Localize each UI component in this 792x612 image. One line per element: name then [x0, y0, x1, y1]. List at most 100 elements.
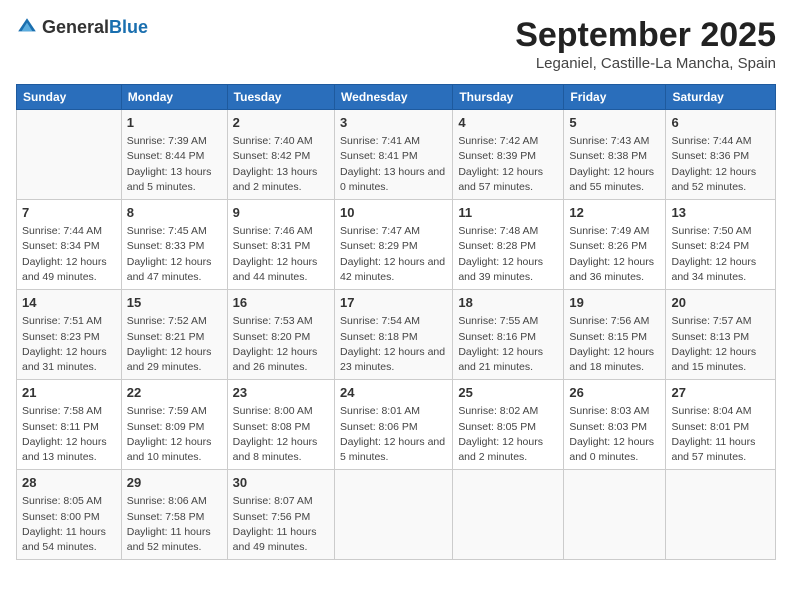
day-info: Sunrise: 8:05 AMSunset: 8:00 PMDaylight:…	[22, 494, 116, 555]
logo-general: General	[42, 17, 109, 37]
day-info: Sunrise: 7:51 AMSunset: 8:23 PMDaylight:…	[22, 314, 116, 375]
calendar-cell: 21Sunrise: 7:58 AMSunset: 8:11 PMDayligh…	[17, 380, 122, 470]
day-number: 30	[233, 474, 329, 492]
day-number: 9	[233, 204, 329, 222]
weekday-header: Monday	[121, 85, 227, 110]
calendar-cell: 13 Sunrise: 7:50 AMSunset: 8:24 PMDayligh…	[666, 200, 776, 290]
calendar-cell: 15Sunrise: 7:52 AMSunset: 8:21 PMDayligh…	[121, 290, 227, 380]
calendar-cell: 19Sunrise: 7:56 AMSunset: 8:15 PMDayligh…	[564, 290, 666, 380]
day-info: Sunrise: 7:59 AMSunset: 8:09 PMDaylight:…	[127, 404, 222, 465]
day-number: 25	[458, 384, 558, 402]
calendar-cell: 3Sunrise: 7:41 AMSunset: 8:41 PMDaylight…	[335, 110, 453, 200]
calendar-cell	[17, 110, 122, 200]
day-number: 20	[671, 294, 770, 312]
day-number: 4	[458, 114, 558, 132]
day-info: Sunrise: 7:44 AMSunset: 8:34 PMDaylight:…	[22, 224, 116, 285]
calendar-cell: 4 Sunrise: 7:42 AMSunset: 8:39 PMDaylight…	[453, 110, 564, 200]
calendar-cell: 24Sunrise: 8:01 AMSunset: 8:06 PMDayligh…	[335, 380, 453, 470]
day-number: 24	[340, 384, 447, 402]
day-number: 5	[569, 114, 660, 132]
calendar-cell: 2 Sunrise: 7:40 AMSunset: 8:42 PMDaylight…	[227, 110, 334, 200]
day-number: 23	[233, 384, 329, 402]
day-info: Sunrise: 7:42 AMSunset: 8:39 PMDaylight:…	[458, 134, 558, 195]
calendar-cell: 25 Sunrise: 8:02 AMSunset: 8:05 PMDayligh…	[453, 380, 564, 470]
calendar-week-row: 14 Sunrise: 7:51 AMSunset: 8:23 PMDayligh…	[17, 290, 776, 380]
calendar-cell: 5 Sunrise: 7:43 AMSunset: 8:38 PMDaylight…	[564, 110, 666, 200]
day-number: 13	[671, 204, 770, 222]
title-block: September 2025 Leganiel, Castille-La Man…	[515, 16, 776, 72]
weekday-header: Friday	[564, 85, 666, 110]
day-number: 10	[340, 204, 447, 222]
day-info: Sunrise: 7:54 AMSunset: 8:18 PMDaylight:…	[340, 314, 447, 375]
calendar-cell: 6Sunrise: 7:44 AMSunset: 8:36 PMDaylight…	[666, 110, 776, 200]
calendar-cell: 1 Sunrise: 7:39 AMSunset: 8:44 PMDaylight…	[121, 110, 227, 200]
logo-icon	[16, 16, 38, 38]
logo-blue: Blue	[109, 17, 148, 37]
day-number: 21	[22, 384, 116, 402]
day-number: 2	[233, 114, 329, 132]
day-number: 26	[569, 384, 660, 402]
day-info: Sunrise: 7:40 AMSunset: 8:42 PMDaylight:…	[233, 134, 329, 195]
calendar-week-row: 28 Sunrise: 8:05 AMSunset: 8:00 PMDayligh…	[17, 470, 776, 560]
weekday-header: Tuesday	[227, 85, 334, 110]
calendar-week-row: 1 Sunrise: 7:39 AMSunset: 8:44 PMDaylight…	[17, 110, 776, 200]
day-number: 8	[127, 204, 222, 222]
day-number: 29	[127, 474, 222, 492]
calendar-cell: 20 Sunrise: 7:57 AMSunset: 8:13 PMDayligh…	[666, 290, 776, 380]
calendar-cell	[564, 470, 666, 560]
day-number: 16	[233, 294, 329, 312]
calendar-cell: 7 Sunrise: 7:44 AMSunset: 8:34 PMDaylight…	[17, 200, 122, 290]
day-number: 27	[671, 384, 770, 402]
calendar-cell: 9Sunrise: 7:46 AMSunset: 8:31 PMDaylight…	[227, 200, 334, 290]
calendar-cell	[453, 470, 564, 560]
day-number: 28	[22, 474, 116, 492]
day-number: 18	[458, 294, 558, 312]
calendar-table: SundayMondayTuesdayWednesdayThursdayFrid…	[16, 84, 776, 560]
day-info: Sunrise: 7:39 AMSunset: 8:44 PMDaylight:…	[127, 134, 222, 195]
calendar-cell: 27Sunrise: 8:04 AMSunset: 8:01 PMDayligh…	[666, 380, 776, 470]
day-info: Sunrise: 7:57 AMSunset: 8:13 PMDaylight:…	[671, 314, 770, 375]
calendar-cell: 10 Sunrise: 7:47 AMSunset: 8:29 PMDayligh…	[335, 200, 453, 290]
day-number: 11	[458, 204, 558, 222]
day-number: 7	[22, 204, 116, 222]
day-info: Sunrise: 7:55 AMSunset: 8:16 PMDaylight:…	[458, 314, 558, 375]
weekday-header: Saturday	[666, 85, 776, 110]
day-info: Sunrise: 7:52 AMSunset: 8:21 PMDaylight:…	[127, 314, 222, 375]
day-info: Sunrise: 8:03 AMSunset: 8:03 PMDaylight:…	[569, 404, 660, 465]
calendar-cell: 18 Sunrise: 7:55 AMSunset: 8:16 PMDayligh…	[453, 290, 564, 380]
day-number: 12	[569, 204, 660, 222]
calendar-cell: 23Sunrise: 8:00 AMSunset: 8:08 PMDayligh…	[227, 380, 334, 470]
day-info: Sunrise: 7:48 AMSunset: 8:28 PMDaylight:…	[458, 224, 558, 285]
month-title: September 2025	[515, 16, 776, 55]
day-info: Sunrise: 7:47 AMSunset: 8:29 PMDaylight:…	[340, 224, 447, 285]
day-info: Sunrise: 7:50 AMSunset: 8:24 PMDaylight:…	[671, 224, 770, 285]
location-title: Leganiel, Castille-La Mancha, Spain	[515, 55, 776, 72]
day-number: 14	[22, 294, 116, 312]
day-info: Sunrise: 7:56 AMSunset: 8:15 PMDaylight:…	[569, 314, 660, 375]
calendar-cell: 22 Sunrise: 7:59 AMSunset: 8:09 PMDayligh…	[121, 380, 227, 470]
calendar-cell: 14 Sunrise: 7:51 AMSunset: 8:23 PMDayligh…	[17, 290, 122, 380]
page-header: GeneralBlue September 2025 Leganiel, Cas…	[16, 16, 776, 72]
calendar-cell: 30 Sunrise: 8:07 AMSunset: 7:56 PMDayligh…	[227, 470, 334, 560]
calendar-cell: 16 Sunrise: 7:53 AMSunset: 8:20 PMDayligh…	[227, 290, 334, 380]
day-info: Sunrise: 7:53 AMSunset: 8:20 PMDaylight:…	[233, 314, 329, 375]
day-number: 22	[127, 384, 222, 402]
calendar-cell	[335, 470, 453, 560]
day-number: 6	[671, 114, 770, 132]
day-info: Sunrise: 8:02 AMSunset: 8:05 PMDaylight:…	[458, 404, 558, 465]
calendar-cell: 17 Sunrise: 7:54 AMSunset: 8:18 PMDayligh…	[335, 290, 453, 380]
calendar-cell: 11 Sunrise: 7:48 AMSunset: 8:28 PMDayligh…	[453, 200, 564, 290]
calendar-week-row: 7 Sunrise: 7:44 AMSunset: 8:34 PMDaylight…	[17, 200, 776, 290]
weekday-header: Wednesday	[335, 85, 453, 110]
day-info: Sunrise: 7:43 AMSunset: 8:38 PMDaylight:…	[569, 134, 660, 195]
calendar-cell: 12 Sunrise: 7:49 AMSunset: 8:26 PMDayligh…	[564, 200, 666, 290]
logo: GeneralBlue	[16, 16, 148, 38]
day-info: Sunrise: 8:07 AMSunset: 7:56 PMDaylight:…	[233, 494, 329, 555]
calendar-header-row: SundayMondayTuesdayWednesdayThursdayFrid…	[17, 85, 776, 110]
calendar-cell: 29Sunrise: 8:06 AMSunset: 7:58 PMDayligh…	[121, 470, 227, 560]
day-number: 1	[127, 114, 222, 132]
day-number: 3	[340, 114, 447, 132]
day-info: Sunrise: 7:49 AMSunset: 8:26 PMDaylight:…	[569, 224, 660, 285]
day-number: 17	[340, 294, 447, 312]
day-info: Sunrise: 7:45 AMSunset: 8:33 PMDaylight:…	[127, 224, 222, 285]
